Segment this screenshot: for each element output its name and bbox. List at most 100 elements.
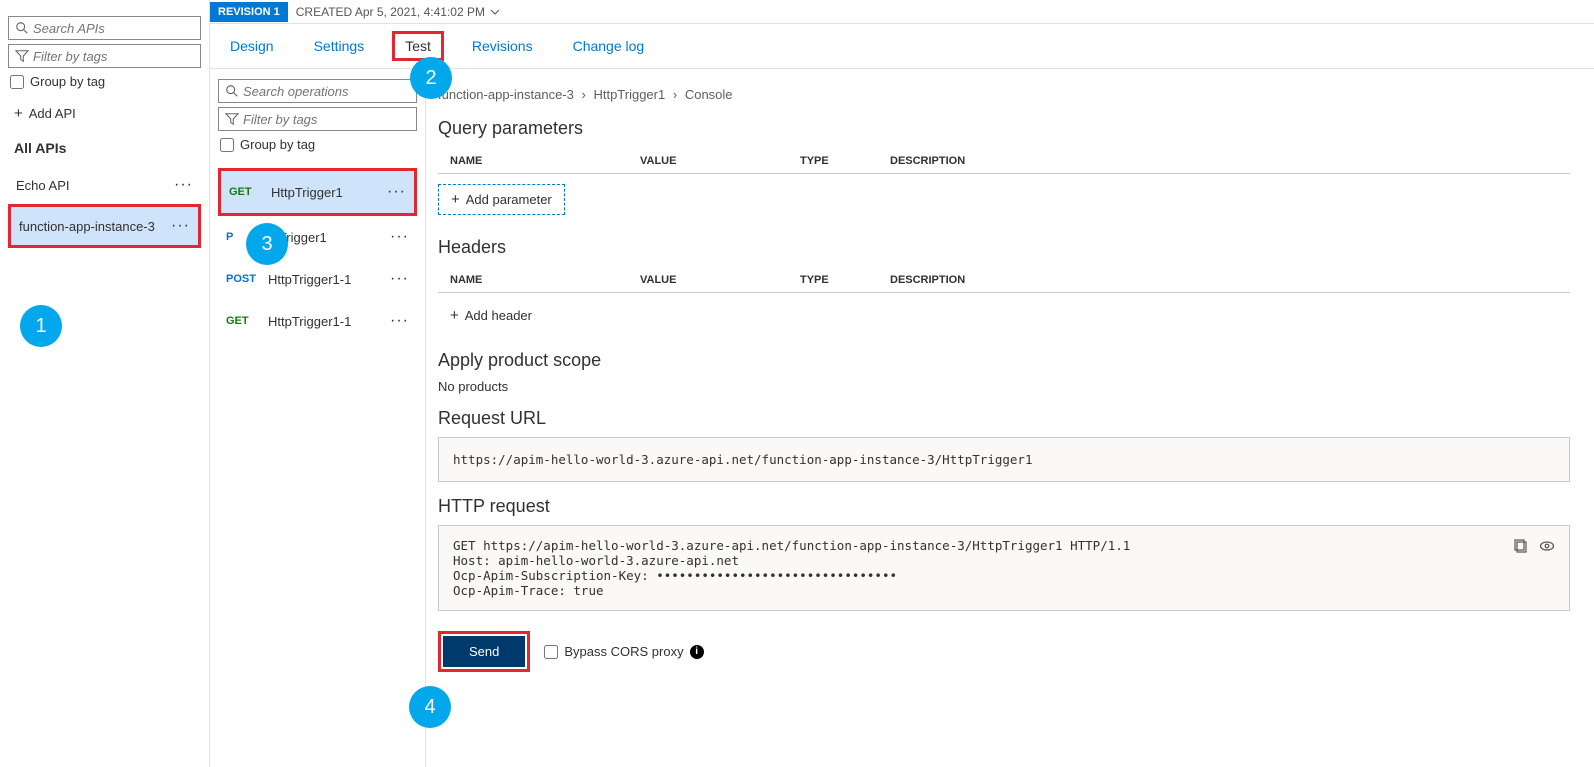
op-item-get-httptrigger1-1[interactable]: GET HttpTrigger1-1 ··· [218, 300, 417, 342]
content-row: Group by tag GET HttpTrigger1 ··· P tpTr… [210, 69, 1594, 767]
query-params-heading: Query parameters [438, 118, 1570, 139]
detail-panel: function-app-instance-3 › HttpTrigger1 ›… [426, 69, 1594, 767]
filter-tags-box[interactable] [8, 44, 201, 68]
send-button[interactable]: Send [443, 636, 525, 667]
more-icon[interactable]: ··· [390, 228, 409, 246]
more-icon[interactable]: ··· [171, 217, 190, 235]
tab-revisions[interactable]: Revisions [466, 34, 539, 58]
plus-icon: + [450, 307, 459, 324]
add-api-button[interactable]: + Add API [14, 105, 201, 122]
search-icon [15, 21, 29, 35]
filter-icon [15, 49, 29, 63]
revision-created-label: CREATED Apr 5, 2021, 4:41:02 PM [296, 5, 485, 19]
bypass-cors-row[interactable]: Bypass CORS proxy i [544, 644, 703, 659]
bypass-cors-label: Bypass CORS proxy [564, 644, 683, 659]
tab-settings[interactable]: Settings [308, 34, 371, 58]
http-request-box: GET https://apim-hello-world-3.azure-api… [438, 525, 1570, 611]
revision-meta[interactable]: CREATED Apr 5, 2021, 4:41:02 PM [296, 5, 501, 19]
filter-icon [225, 112, 239, 126]
breadcrumb-sep: › [581, 87, 585, 102]
tab-test[interactable]: Test [392, 31, 444, 61]
op-item-get-httptrigger1[interactable]: GET HttpTrigger1 ··· [218, 168, 417, 216]
op-label: HttpTrigger1 [271, 185, 387, 200]
breadcrumb-a[interactable]: function-app-instance-3 [438, 87, 574, 102]
breadcrumb: function-app-instance-3 › HttpTrigger1 ›… [438, 87, 1570, 102]
search-operations-box[interactable] [218, 79, 417, 103]
ops-group-by-tag-checkbox[interactable] [220, 138, 234, 152]
col-desc: DESCRIPTION [890, 274, 1570, 286]
api-sidebar: Group by tag + Add API All APIs Echo API… [0, 0, 210, 767]
filter-ops-box[interactable] [218, 107, 417, 131]
group-by-tag-checkbox[interactable] [10, 75, 24, 89]
callout-4: 4 [409, 686, 451, 728]
ops-group-by-tag-label: Group by tag [240, 137, 315, 152]
callout-2: 2 [410, 57, 452, 99]
api-item-echo[interactable]: Echo API ··· [8, 166, 201, 204]
http-icons [1513, 538, 1555, 554]
col-name: NAME [450, 155, 640, 167]
add-parameter-label: Add parameter [466, 192, 552, 207]
tab-changelog[interactable]: Change log [567, 34, 651, 58]
request-url-box: https://apim-hello-world-3.azure-api.net… [438, 437, 1570, 482]
callout-1: 1 [20, 305, 62, 347]
search-icon [225, 84, 239, 98]
breadcrumb-c: Console [685, 87, 733, 102]
group-by-tag-label: Group by tag [30, 74, 105, 89]
more-icon[interactable]: ··· [387, 183, 406, 201]
revision-badge: REVISION 1 [210, 2, 288, 22]
eye-icon[interactable] [1539, 538, 1555, 554]
filter-ops-input[interactable] [243, 112, 410, 127]
op-item-post-httptrigger1-1[interactable]: POST HttpTrigger1-1 ··· [218, 258, 417, 300]
headers-heading: Headers [438, 237, 1570, 258]
main-area: REVISION 1 CREATED Apr 5, 2021, 4:41:02 … [210, 0, 1594, 767]
api-item-label: Echo API [16, 178, 69, 193]
op-method: GET [226, 315, 264, 327]
operations-panel: Group by tag GET HttpTrigger1 ··· P tpTr… [210, 69, 426, 767]
api-item-function-app[interactable]: function-app-instance-3 ··· [8, 204, 201, 248]
search-apis-input[interactable] [33, 21, 194, 36]
filter-tags-input[interactable] [33, 49, 194, 64]
op-method: GET [229, 186, 267, 198]
no-products-text: No products [438, 379, 1570, 394]
info-icon[interactable]: i [690, 645, 704, 659]
callout-3: 3 [246, 223, 288, 265]
all-apis-heading: All APIs [14, 140, 201, 156]
revision-bar: REVISION 1 CREATED Apr 5, 2021, 4:41:02 … [210, 0, 1594, 24]
apply-scope-heading: Apply product scope [438, 350, 1570, 371]
send-row: Send Bypass CORS proxy i [438, 631, 1570, 672]
breadcrumb-sep: › [673, 87, 677, 102]
add-header-label: Add header [465, 308, 532, 323]
send-highlight: Send [438, 631, 530, 672]
search-operations-input[interactable] [243, 84, 410, 99]
col-name: NAME [450, 274, 640, 286]
op-method: POST [226, 273, 264, 285]
col-type: TYPE [800, 274, 890, 286]
add-header-button[interactable]: + Add header [438, 301, 532, 330]
search-apis-box[interactable] [8, 16, 201, 40]
http-request-heading: HTTP request [438, 496, 1570, 517]
group-by-tag-row[interactable]: Group by tag [10, 74, 201, 89]
add-parameter-button[interactable]: + Add parameter [438, 184, 565, 215]
col-value: VALUE [640, 274, 800, 286]
headers-table-header: NAME VALUE TYPE DESCRIPTION [438, 266, 1570, 293]
plus-icon: + [14, 105, 23, 122]
col-desc: DESCRIPTION [890, 155, 1570, 167]
more-icon[interactable]: ··· [390, 312, 409, 330]
op-label: HttpTrigger1-1 [268, 314, 390, 329]
http-request-text: GET https://apim-hello-world-3.azure-api… [453, 538, 1130, 598]
tab-design[interactable]: Design [224, 34, 280, 58]
add-api-label: Add API [29, 106, 76, 121]
bypass-cors-checkbox[interactable] [544, 645, 558, 659]
op-label: HttpTrigger1-1 [268, 272, 390, 287]
ops-group-by-tag-row[interactable]: Group by tag [220, 137, 417, 152]
request-url-heading: Request URL [438, 408, 1570, 429]
api-item-label: function-app-instance-3 [19, 219, 155, 234]
col-value: VALUE [640, 155, 800, 167]
copy-icon[interactable] [1513, 538, 1529, 554]
plus-icon: + [451, 191, 460, 208]
breadcrumb-b[interactable]: HttpTrigger1 [593, 87, 665, 102]
more-icon[interactable]: ··· [390, 270, 409, 288]
query-table-header: NAME VALUE TYPE DESCRIPTION [438, 147, 1570, 174]
more-icon[interactable]: ··· [174, 176, 193, 194]
col-type: TYPE [800, 155, 890, 167]
